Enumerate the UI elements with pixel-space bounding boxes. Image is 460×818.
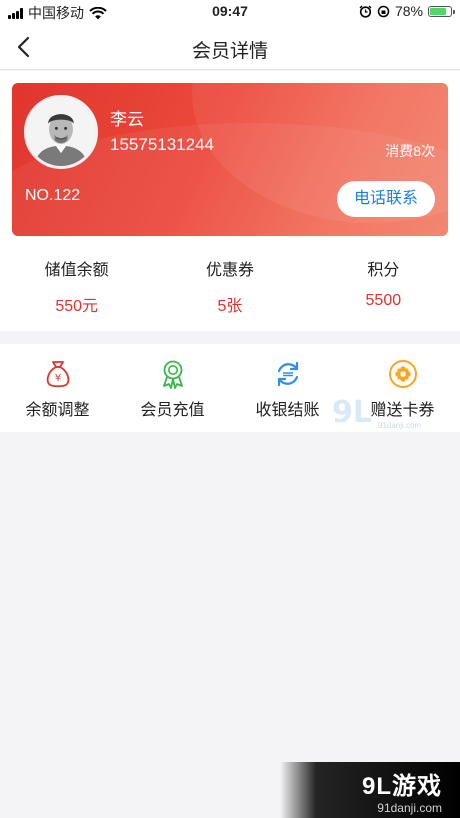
watermark-domain: 91danji.com xyxy=(377,801,442,815)
battery-percent: 78% xyxy=(394,3,423,19)
battery-icon xyxy=(428,5,455,17)
member-phone: 15575131244 xyxy=(110,135,215,154)
call-button[interactable]: 电话联系 xyxy=(337,181,435,217)
stat-balance[interactable]: 储值余额 550元 xyxy=(0,256,153,316)
avatar xyxy=(24,95,98,169)
member-summary-panel: 李云 15575131244 消费8次 NO.122 电话联系 储值余额 550… xyxy=(0,71,460,331)
flower-coupon-icon xyxy=(388,360,417,388)
action-balance-adjust[interactable]: ¥ 余额调整 xyxy=(0,344,115,432)
action-label: 会员充值 xyxy=(140,402,205,419)
stat-label: 优惠券 xyxy=(205,262,254,279)
watermark-brand: 9L游戏 xyxy=(361,773,442,800)
watermark-corner: 9L游戏 91danji.com xyxy=(280,762,460,818)
member-stats: 储值余额 550元 优惠券 5张 积分 5500 xyxy=(0,256,460,316)
stat-label: 积分 xyxy=(367,262,400,279)
member-card: 李云 15575131244 消费8次 NO.122 电话联系 xyxy=(12,83,448,236)
action-label: 收银结账 xyxy=(255,402,320,419)
stat-coupons[interactable]: 优惠券 5张 xyxy=(153,256,306,316)
watermark-site: 91danji.com xyxy=(378,421,421,430)
action-recharge[interactable]: 会员充值 xyxy=(115,344,230,432)
page-title: 会员详情 xyxy=(191,41,268,62)
action-label: 余额调整 xyxy=(25,402,90,419)
status-right: 78% xyxy=(359,3,455,19)
battery-fill xyxy=(430,7,446,15)
watermark-logo: 9L 91danji.com xyxy=(330,392,430,432)
action-checkout[interactable]: 收银结账 xyxy=(230,344,345,432)
member-number: NO.122 xyxy=(25,187,81,204)
stat-points[interactable]: 积分 5500 xyxy=(307,256,460,316)
consume-count: 消费8次 xyxy=(385,143,435,159)
nav-bar: 会员详情 xyxy=(0,24,460,70)
alarm-icon xyxy=(359,5,372,18)
svg-text:9L: 9L xyxy=(332,395,372,430)
award-ribbon-icon xyxy=(162,360,183,389)
stat-label: 储值余额 xyxy=(44,262,109,279)
svg-text:¥: ¥ xyxy=(54,373,60,384)
rotation-lock-icon xyxy=(377,5,390,17)
member-name: 李云 xyxy=(110,110,144,129)
watermark-91-icon: 9L 91danji.com xyxy=(332,395,421,430)
user-portrait-icon xyxy=(27,98,95,166)
refresh-cycle-icon xyxy=(277,361,298,387)
stat-value: 5500 xyxy=(365,292,402,309)
stat-value: 550元 xyxy=(55,298,99,315)
stat-value: 5张 xyxy=(217,298,243,315)
status-bar: 中国移动 09:47 78% xyxy=(0,0,460,24)
money-bag-icon: ¥ xyxy=(46,361,69,388)
